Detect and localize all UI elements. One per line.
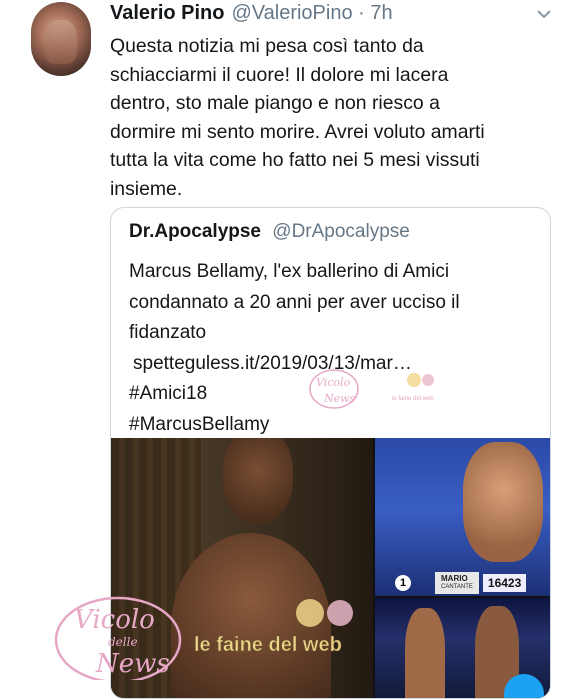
tweet-line: dentro, sto male piango e non riesco a <box>110 92 440 114</box>
watermark-logo-text: delle <box>108 635 138 649</box>
avatar-figure <box>45 20 77 64</box>
tweet-text: Questa notizia mi pesa così tanto da sch… <box>110 32 560 203</box>
watermark-caption-text: le faine del web <box>194 634 342 656</box>
photo-face <box>463 442 543 562</box>
photo-figure-left <box>405 608 445 698</box>
scoreboard-contestant-role: CANTANTE <box>441 584 473 590</box>
scoreboard-contestant: MARIO CANTANTE <box>435 572 479 594</box>
tv-scoreboard: 1 MARIO CANTANTE 16423 <box>375 572 550 594</box>
tweet-header: Valerio Pino @ValerioPino · 7h <box>110 0 393 26</box>
scoreboard-position: 1 <box>395 575 411 591</box>
author-handle-text[interactable]: @ValerioPino <box>231 2 352 24</box>
separator: · <box>352 1 371 24</box>
quoted-header: Dr.Apocalypse @DrApocalypse <box>129 221 410 243</box>
quoted-line: fidanzato <box>129 322 207 343</box>
avatar[interactable] <box>31 2 91 76</box>
scoreboard-score: 16423 <box>482 574 527 592</box>
quoted-text: Marcus Bellamy, l'ex ballerino di Amici … <box>129 257 549 440</box>
quoted-line: Marcus Bellamy, l'ex ballerino di Amici <box>129 261 450 282</box>
photo-figure-head <box>223 438 293 523</box>
tweet-line: dormire mi sento morire. Avrei voluto am… <box>110 120 485 143</box>
watermark-logo-large: Vicolo delle News <box>54 596 182 680</box>
watermark-logo-text: News <box>323 392 356 405</box>
watermark-caption-text: le faine del web <box>392 396 434 402</box>
watermark-logo-text: Vicolo <box>316 376 351 389</box>
hashtag-marcusbellamy[interactable]: #MarcusBellamy <box>129 410 549 441</box>
tweet-line: schiacciarmi il cuore! Il dolore mi lace… <box>110 63 449 86</box>
watermark-logo-text: News <box>95 649 170 679</box>
scoreboard-contestant-name: MARIO <box>441 574 468 583</box>
tweet-line: insieme. <box>110 177 183 200</box>
quoted-line: condannato a 20 anni per aver ucciso il <box>129 291 460 313</box>
tweet-line: Questa notizia mi pesa così tanto da <box>110 35 424 57</box>
watermark-logo-small: Vicolo News <box>309 369 359 409</box>
quoted-author-name: Dr.Apocalypse <box>129 221 261 242</box>
watermark-caption-large: le faine del web <box>194 599 353 656</box>
chevron-down-icon[interactable] <box>533 3 555 25</box>
watermark-logo-text: Vicolo <box>74 605 155 635</box>
author-name[interactable]: Valerio Pino <box>110 2 224 25</box>
author-handle: @ValerioPino · 7h <box>231 2 392 25</box>
quoted-author-handle: @DrApocalypse <box>272 221 410 242</box>
tweet-line: tutta la vita come ho fatto nei 5 mesi v… <box>110 149 480 171</box>
tweet-time[interactable]: 7h <box>370 2 392 24</box>
watermark-caption-small: le faine del web <box>392 373 434 402</box>
photo-top-right[interactable]: 1 MARIO CANTANTE 16423 <box>375 438 550 596</box>
